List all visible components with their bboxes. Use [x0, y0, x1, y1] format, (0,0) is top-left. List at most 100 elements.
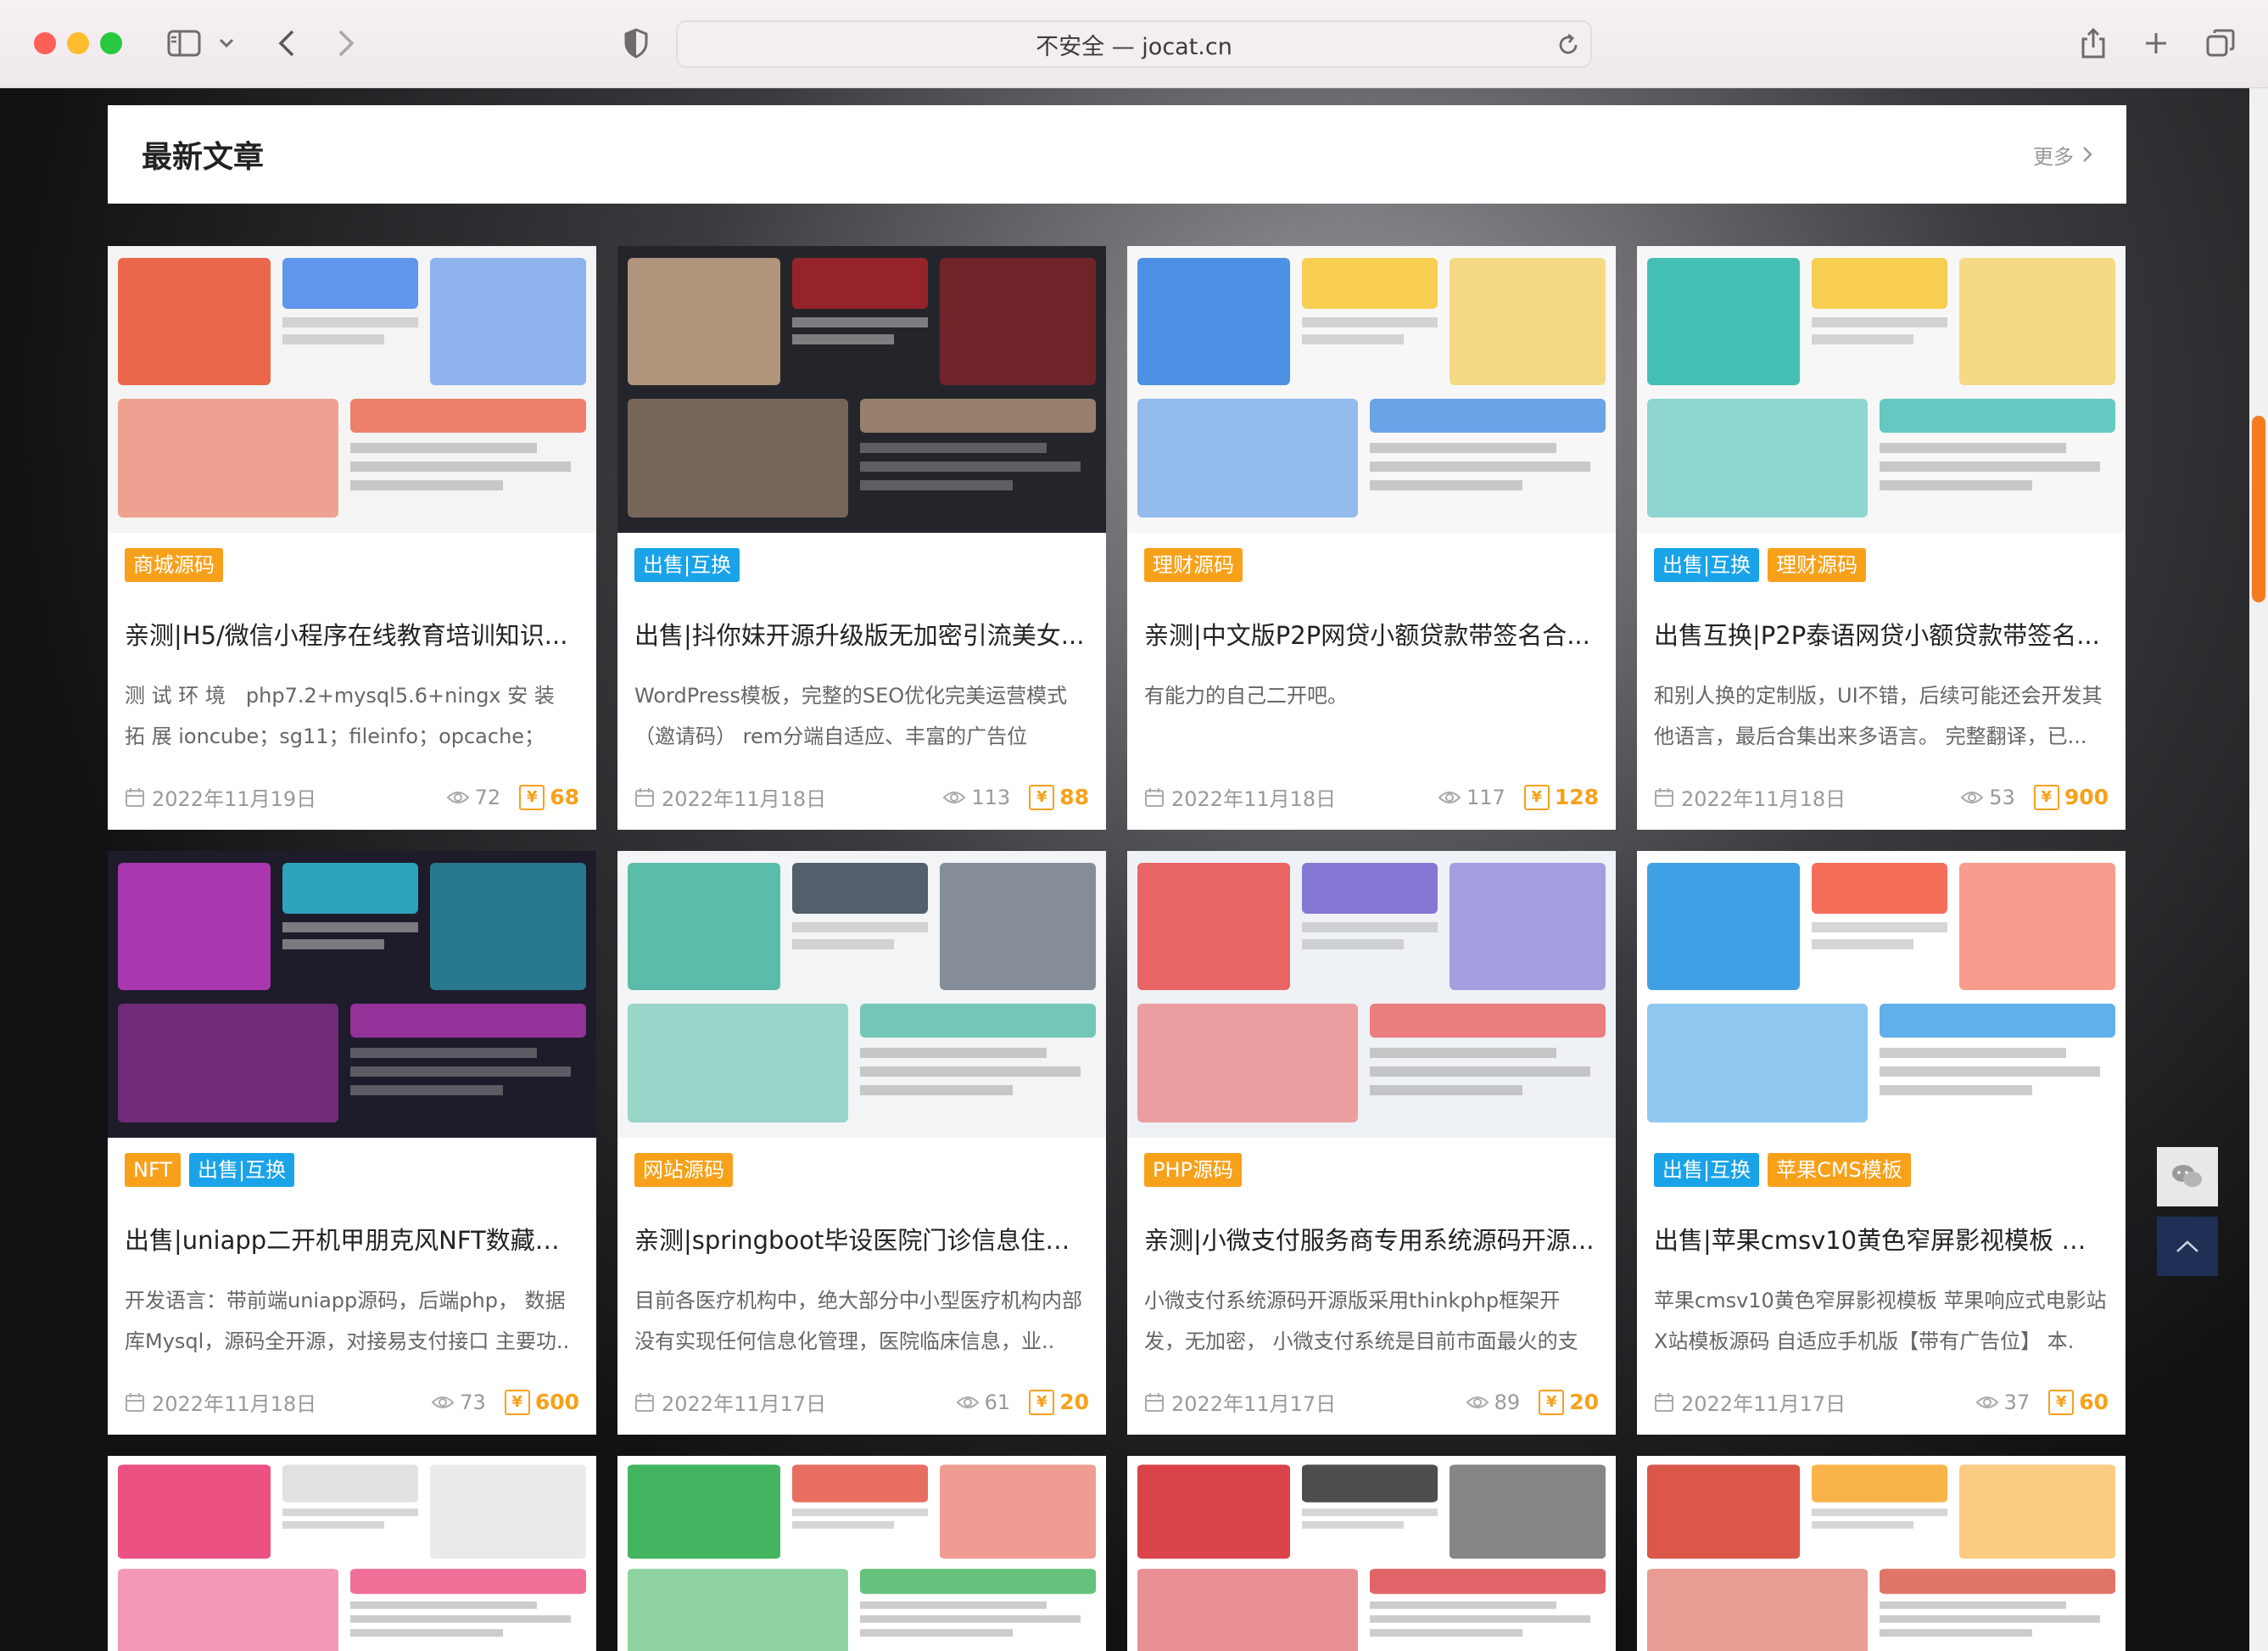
- article-card[interactable]: NFT 出售|互换 出售|uniapp二开机甲朋克风NFT数藏文... 开发语言：…: [108, 851, 596, 1435]
- wechat-icon: [2172, 1165, 2202, 1187]
- card-title[interactable]: 出售|苹果cmsv10黄色窄屏影视模板 苹...: [1654, 1221, 2109, 1256]
- address-bar[interactable]: 不安全 — jocat.cn: [676, 20, 1592, 68]
- share-icon[interactable]: [2076, 22, 2110, 64]
- card-thumbnail[interactable]: [1637, 246, 2126, 533]
- wechat-button[interactable]: [2157, 1147, 2218, 1206]
- reload-icon[interactable]: [1556, 32, 1580, 64]
- card-thumbnail[interactable]: [1637, 1456, 2126, 1651]
- chevron-down-icon[interactable]: [214, 22, 239, 64]
- coin-icon: ¥: [504, 1389, 530, 1415]
- date-text: 2022年11月17日: [1171, 1392, 1337, 1416]
- card-views: 117: [1438, 786, 1505, 809]
- card-thumbnail[interactable]: [1127, 1456, 1616, 1651]
- category-tag[interactable]: NFT: [125, 1153, 181, 1187]
- card-thumbnail[interactable]: [1127, 851, 1616, 1138]
- coin-icon: ¥: [519, 784, 545, 810]
- date-text: 2022年11月19日: [152, 787, 317, 811]
- category-tag[interactable]: 出售|互换: [1654, 548, 1760, 582]
- category-tag[interactable]: PHP源码: [1144, 1153, 1242, 1187]
- card-views: 73: [431, 1391, 486, 1414]
- card-meta: 2022年11月18日 113 ¥ 88: [634, 782, 1089, 812]
- card-views: 53: [1960, 786, 2015, 809]
- article-card[interactable]: PHP源码 亲测|小微支付服务商专用系统源码开源... 小微支付系统源码开源版采…: [1127, 851, 1616, 1435]
- card-price: ¥ 600: [504, 1389, 579, 1415]
- card-thumbnail[interactable]: [108, 851, 596, 1138]
- card-tags: 出售|互换 理财源码: [1654, 548, 2109, 582]
- card-title[interactable]: 出售|抖你妹开源升级版无加密引流美女...: [634, 616, 1089, 652]
- article-card[interactable]: 理财源码 亲测|中文版P2P网贷小额贷款带签名合... 有能力的自己二开吧。 2…: [1127, 246, 1616, 830]
- sidebar-toggle-icon[interactable]: [163, 22, 205, 64]
- card-title[interactable]: 出售互换|P2P泰语网贷小额贷款带签名...: [1654, 616, 2109, 652]
- article-card[interactable]: 商城源码 亲测|H5/微信小程序在线教育培训知识... 测 试 环 境 php7…: [108, 246, 596, 830]
- card-description: 目前各医疗机构中，绝大部分中小型医疗机构内部没有实现任何信息化管理，医院临床信息…: [634, 1289, 1082, 1353]
- card-thumbnail[interactable]: [617, 1456, 1106, 1651]
- thumbnail-image: [1637, 1456, 2126, 1651]
- back-icon[interactable]: [270, 22, 304, 64]
- card-title[interactable]: 亲测|springboot毕设医院门诊信息住院...: [634, 1221, 1089, 1256]
- card-thumbnail[interactable]: [108, 1456, 596, 1651]
- article-card[interactable]: [617, 1456, 1106, 1651]
- category-tag[interactable]: 苹果CMS模板: [1768, 1153, 1911, 1187]
- date-text: 2022年11月18日: [662, 787, 827, 811]
- card-thumbnail[interactable]: [617, 246, 1106, 533]
- card-title[interactable]: 出售|uniapp二开机甲朋克风NFT数藏文...: [125, 1221, 579, 1256]
- card-thumbnail[interactable]: [108, 246, 596, 533]
- eye-icon: [1466, 1396, 1489, 1408]
- card-price: ¥ 68: [519, 784, 579, 810]
- tab-overview-icon[interactable]: [2202, 22, 2239, 64]
- calendar-icon: [1655, 1392, 1673, 1412]
- card-body: 商城源码 亲测|H5/微信小程序在线教育培训知识... 测 试 环 境 php7…: [108, 533, 596, 830]
- card-thumbnail[interactable]: [617, 851, 1106, 1138]
- card-title[interactable]: 亲测|中文版P2P网贷小额贷款带签名合...: [1144, 616, 1599, 652]
- article-card[interactable]: [1127, 1456, 1616, 1651]
- latest-articles-header: 最新文章 更多: [108, 105, 2126, 204]
- thumbnail-image: [1127, 851, 1616, 1138]
- card-body: 出售|互换 苹果CMS模板 出售|苹果cmsv10黄色窄屏影视模板 苹... 苹果…: [1637, 1138, 2126, 1435]
- card-price: ¥ 88: [1029, 784, 1089, 810]
- calendar-icon: [126, 1392, 144, 1412]
- price-value: 68: [550, 785, 579, 809]
- scrollbar-thumb[interactable]: [2252, 416, 2265, 602]
- minimize-window-button[interactable]: [67, 32, 89, 54]
- category-tag[interactable]: 出售|互换: [634, 548, 740, 582]
- card-title[interactable]: 亲测|H5/微信小程序在线教育培训知识...: [125, 616, 579, 652]
- date-text: 2022年11月17日: [1681, 1392, 1846, 1416]
- thumbnail-image: [1637, 246, 2126, 533]
- category-tag[interactable]: 理财源码: [1144, 548, 1243, 582]
- card-date: 2022年11月17日: [634, 1387, 956, 1417]
- card-thumbnail[interactable]: [1127, 246, 1616, 533]
- forward-icon[interactable]: [329, 22, 363, 64]
- card-date: 2022年11月18日: [1654, 782, 1960, 812]
- views-count: 72: [474, 785, 501, 809]
- article-card[interactable]: 出售|互换 理财源码 出售互换|P2P泰语网贷小额贷款带签名... 和别人换的定制…: [1637, 246, 2126, 830]
- thumbnail-image: [617, 246, 1106, 533]
- zoom-window-button[interactable]: [100, 32, 122, 54]
- calendar-icon: [635, 787, 654, 807]
- more-link[interactable]: 更多: [2033, 140, 2092, 170]
- eye-icon: [446, 791, 470, 803]
- card-date: 2022年11月19日: [125, 782, 446, 812]
- article-grid: 商城源码 亲测|H5/微信小程序在线教育培训知识... 测 试 环 境 php7…: [108, 246, 2126, 1651]
- article-card[interactable]: 网站源码 亲测|springboot毕设医院门诊信息住院... 目前各医疗机构中…: [617, 851, 1106, 1435]
- article-card[interactable]: 出售|互换 苹果CMS模板 出售|苹果cmsv10黄色窄屏影视模板 苹... 苹果…: [1637, 851, 2126, 1435]
- close-window-button[interactable]: [34, 32, 56, 54]
- card-thumbnail[interactable]: [1637, 851, 2126, 1138]
- scrollbar-track[interactable]: [2249, 88, 2268, 1651]
- category-tag[interactable]: 网站源码: [634, 1153, 733, 1187]
- price-value: 600: [534, 1390, 579, 1414]
- article-card[interactable]: 出售|互换 出售|抖你妹开源升级版无加密引流美女... WordPress模板，…: [617, 246, 1106, 830]
- category-tag[interactable]: 商城源码: [125, 548, 223, 582]
- coin-icon: ¥: [2048, 1389, 2075, 1415]
- date-text: 2022年11月18日: [152, 1392, 317, 1416]
- back-to-top-button[interactable]: [2157, 1217, 2218, 1276]
- category-tag[interactable]: 出售|互换: [189, 1153, 295, 1187]
- article-card[interactable]: [108, 1456, 596, 1651]
- thumbnail-image: [108, 246, 596, 533]
- category-tag[interactable]: 出售|互换: [1654, 1153, 1760, 1187]
- new-tab-icon[interactable]: [2139, 22, 2173, 64]
- category-tag[interactable]: 理财源码: [1768, 548, 1867, 582]
- shield-icon[interactable]: [617, 22, 655, 64]
- article-card[interactable]: [1637, 1456, 2126, 1651]
- card-title[interactable]: 亲测|小微支付服务商专用系统源码开源...: [1144, 1221, 1599, 1256]
- views-count: 61: [984, 1390, 1011, 1414]
